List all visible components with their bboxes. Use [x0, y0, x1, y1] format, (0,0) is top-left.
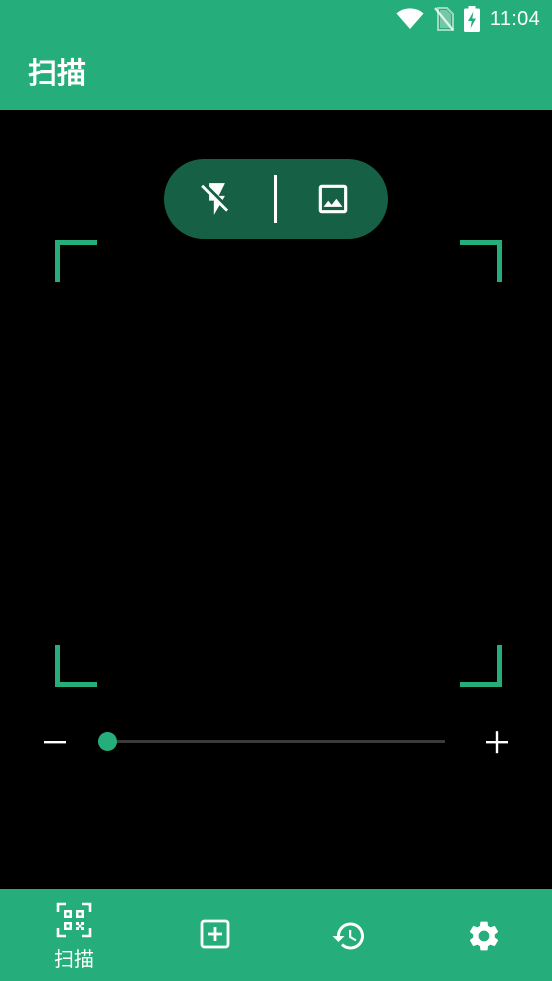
- image-icon: [318, 184, 348, 214]
- status-icons: 11:04: [396, 5, 540, 33]
- zoom-slider-thumb[interactable]: [98, 732, 117, 751]
- flash-off-icon: [201, 183, 229, 215]
- battery-charging-icon: [463, 6, 480, 32]
- zoom-in-button[interactable]: [481, 726, 513, 758]
- scanner-toolbar: [164, 159, 388, 239]
- nav-item-create[interactable]: [146, 889, 284, 981]
- scan-frame-corner-top-right: [460, 240, 502, 282]
- status-time: 11:04: [489, 7, 540, 30]
- zoom-control: [0, 720, 552, 764]
- app-screen: 11:04 扫描 扫描: [0, 0, 552, 981]
- status-bar: 11:04: [0, 0, 552, 38]
- camera-viewfinder[interactable]: [0, 110, 552, 889]
- scan-frame-corner-top-left: [55, 240, 97, 282]
- flash-toggle-button[interactable]: [191, 173, 243, 225]
- nav-item-settings[interactable]: [415, 889, 552, 981]
- plus-icon: [486, 731, 508, 754]
- no-sim-icon: [434, 7, 454, 31]
- page-title: 扫描: [28, 56, 87, 90]
- bottom-navigation: 扫描: [0, 889, 552, 981]
- zoom-out-button[interactable]: [40, 726, 72, 758]
- top-bar: 11:04 扫描: [0, 0, 552, 110]
- scan-frame-corner-bottom-right: [460, 645, 502, 687]
- scan-frame-corner-bottom-left: [55, 645, 97, 687]
- minus-icon: [44, 741, 66, 744]
- nav-item-history[interactable]: [280, 889, 418, 981]
- history-icon: [332, 922, 364, 950]
- add-box-icon: [200, 919, 230, 949]
- qr-scan-icon: [56, 902, 92, 938]
- nav-item-scan[interactable]: 扫描: [5, 889, 143, 981]
- settings-gear-icon: [469, 921, 499, 951]
- gallery-button[interactable]: [307, 173, 359, 225]
- nav-item-scan-label: 扫描: [54, 947, 94, 971]
- toolbar-divider: [274, 175, 277, 223]
- zoom-slider[interactable]: [98, 732, 445, 751]
- wifi-icon: [396, 8, 424, 29]
